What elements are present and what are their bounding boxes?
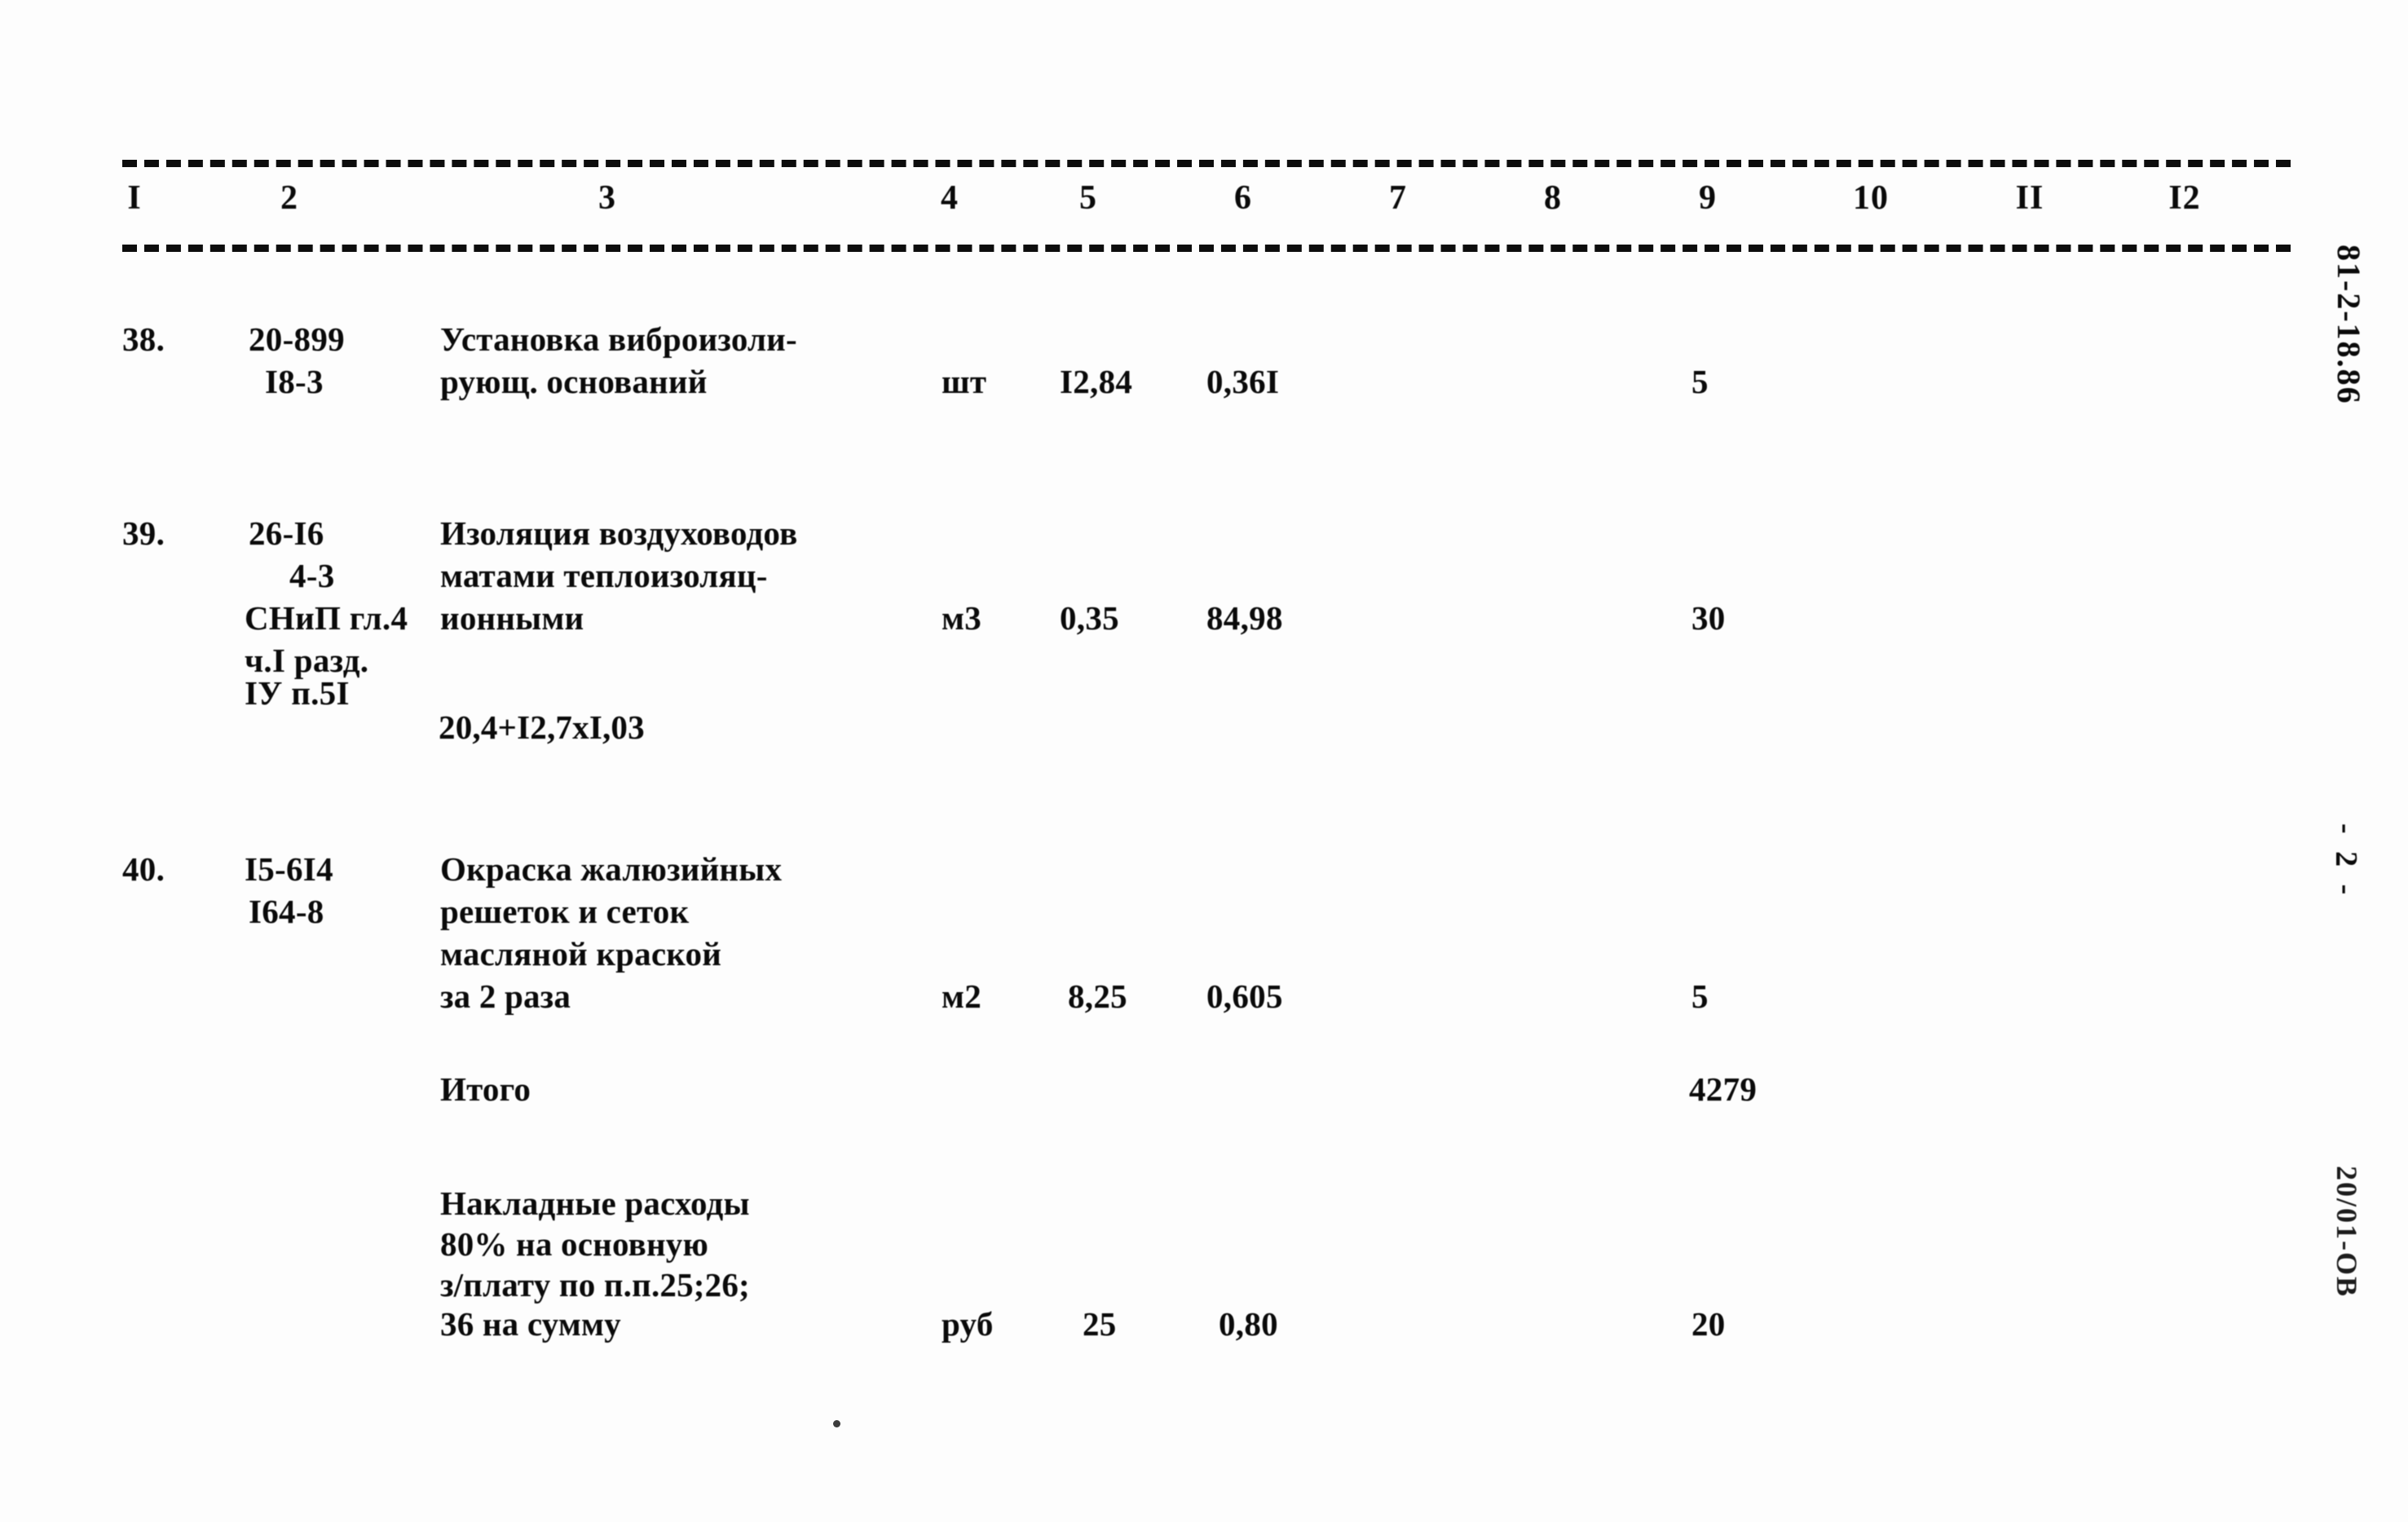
table-row-38-quantity: I2,84 [1060, 363, 1133, 400]
overhead-desc-line-2: 80% на основную [440, 1225, 709, 1263]
table-row-39-desc-line-2: матами теплоизоляц- [440, 557, 768, 594]
overhead-desc-line-3: з/плату по п.п.25;26; [440, 1266, 750, 1304]
table-row-39-code-line-3: СНиП гл.4 [245, 599, 408, 637]
table-row-39-code-line-5: IУ п.5I [245, 674, 350, 712]
column-header-11: II [2015, 179, 2044, 217]
table-row-40-desc-line-1: Окраска жалюзийных [440, 850, 783, 888]
table-row-40-desc-line-4: за 2 раза [440, 977, 571, 1015]
subtotal-value: 4279 [1689, 1070, 1757, 1108]
overhead-price: 0,80 [1219, 1305, 1278, 1343]
table-row-39-desc-line-1: Изоляция воздуховодов [440, 514, 798, 552]
table-row-40-price: 0,605 [1206, 977, 1283, 1015]
subtotal-label: Итого [440, 1070, 531, 1108]
overhead-desc-line-1: Накладные расходы [440, 1185, 750, 1222]
table-row-40-quantity: 8,25 [1068, 977, 1127, 1015]
table-row-38-desc-line-1: Установка виброизоли- [440, 320, 797, 358]
overhead-desc-line-4: 36 на сумму [440, 1305, 621, 1343]
table-row-38-unit: шт [942, 363, 987, 400]
overhead-total: 20 [1691, 1305, 1726, 1343]
table-row-40-desc-line-3: масляной краской [440, 935, 722, 973]
table-row-39-quantity: 0,35 [1060, 599, 1119, 637]
table-row-39-price: 84,98 [1206, 599, 1283, 637]
table-row-40-code-line-2: I64-8 [249, 893, 324, 930]
table-row-38-number: 38. [122, 320, 165, 358]
margin-document-stamp: 20/01-ОВ [2331, 1166, 2363, 1299]
table-row-39-desc-line-3: ионными [440, 599, 584, 637]
margin-code-stamp: 81-2-18.86 [2331, 245, 2367, 405]
table-row-39-number: 39. [122, 514, 165, 552]
column-header-3: 3 [598, 179, 616, 217]
column-header-10: 10 [1853, 179, 1889, 217]
table-row-40-code-line-1: I5-6I4 [245, 850, 333, 888]
overhead-unit: руб [942, 1305, 994, 1343]
table-row-39-formula: 20,4+I2,7xI,03 [439, 708, 645, 746]
estimate-table: I 2 3 4 5 6 7 8 9 10 II I2 38. 20-899 I8… [0, 0, 2408, 1522]
column-header-5: 5 [1079, 179, 1097, 217]
column-header-1: I [127, 179, 142, 217]
column-header-6: 6 [1234, 179, 1252, 217]
column-header-8: 8 [1544, 179, 1562, 217]
column-header-4: 4 [941, 179, 959, 217]
table-row-40-total: 5 [1691, 977, 1709, 1015]
table-row-39-unit: м3 [942, 599, 982, 637]
table-row-40-desc-line-2: решеток и сеток [440, 893, 690, 930]
table-row-40-unit: м2 [942, 977, 982, 1015]
column-header-2: 2 [280, 179, 298, 217]
table-row-38-code-line-2: I8-3 [265, 363, 324, 400]
table-row-39-code-line-2: 4-3 [289, 557, 335, 594]
column-header-12: I2 [2168, 179, 2201, 217]
table-row-38-price: 0,36I [1206, 363, 1280, 400]
overhead-quantity: 25 [1083, 1305, 1117, 1343]
header-rule-top [122, 160, 2291, 167]
table-row-38-code-line-1: 20-899 [249, 320, 345, 358]
table-row-40-number: 40. [122, 850, 165, 888]
header-rule-bottom [122, 245, 2291, 252]
margin-page-number: - 2 - [2329, 823, 2363, 900]
table-row-38-desc-line-2: рующ. оснований [440, 363, 708, 400]
table-row-38-total: 5 [1691, 363, 1709, 400]
table-row-39-code-line-1: 26-I6 [249, 514, 324, 552]
table-row-39-total: 30 [1691, 599, 1726, 637]
scan-artifact-speck [833, 1420, 840, 1427]
column-header-9: 9 [1699, 179, 1717, 217]
column-header-7: 7 [1389, 179, 1407, 217]
